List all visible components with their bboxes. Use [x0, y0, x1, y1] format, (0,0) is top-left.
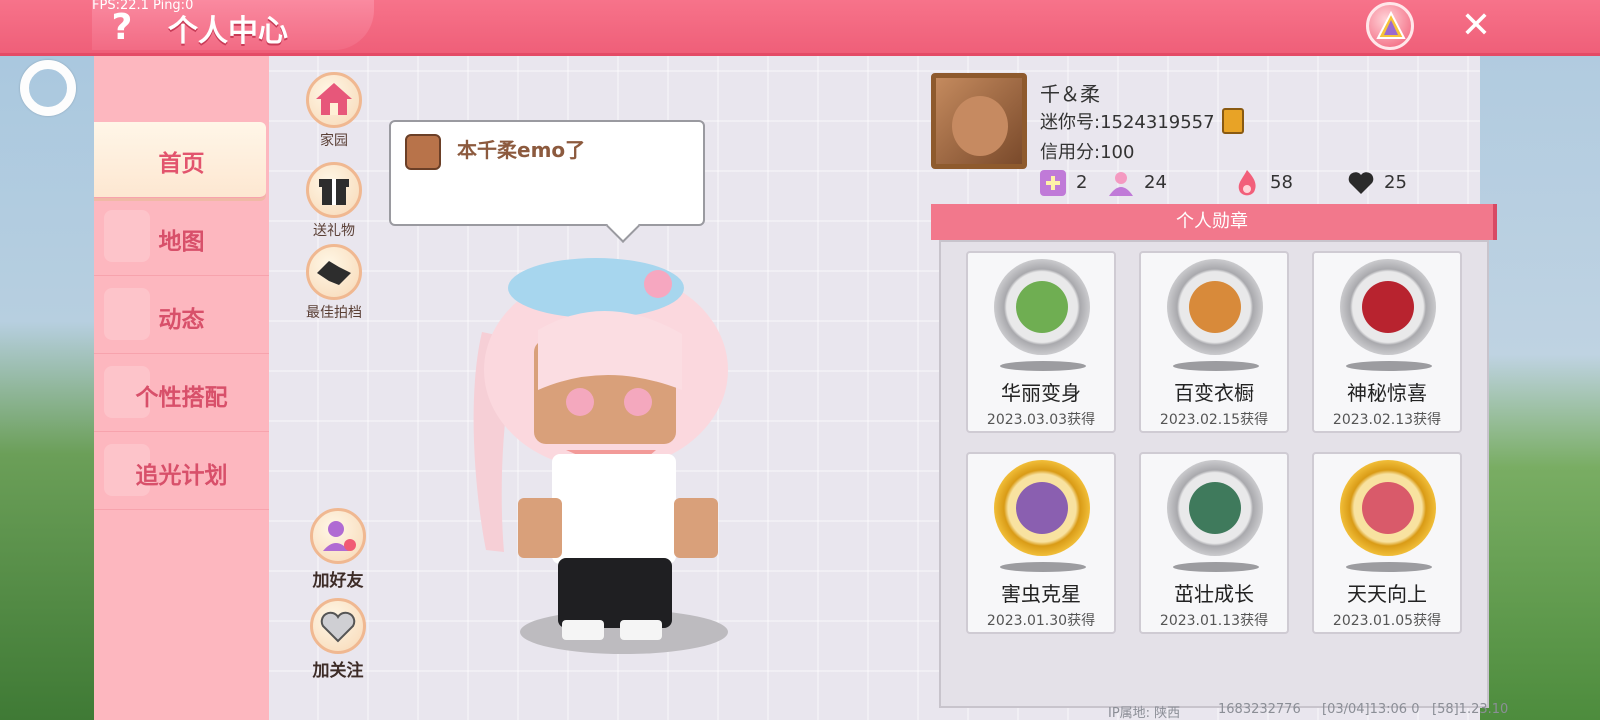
profile-avatar[interactable]	[931, 73, 1027, 169]
medal-icon	[1167, 460, 1263, 556]
medals-header: 个人勋章	[931, 204, 1497, 240]
credit-score: 信用分:100	[1040, 142, 1135, 163]
medal-name: 百变衣橱	[1174, 381, 1254, 405]
close-button[interactable]: ✕	[1456, 6, 1496, 46]
add-friend-icon	[310, 508, 366, 564]
medal-date: 2023.02.13获得	[1332, 412, 1442, 428]
ip-location: IP属地: 陕西	[1108, 706, 1181, 720]
sidebar: 首页 地图 动态 个性搭配 追光计划	[94, 56, 269, 720]
medal-date: 2023.01.05获得	[1332, 613, 1442, 629]
medal-name: 茁壮成长	[1174, 582, 1254, 606]
medal-date: 2023.02.15获得	[1159, 412, 1269, 428]
medal-icon	[1340, 460, 1436, 556]
medal-card[interactable]: 百变衣橱 2023.02.15获得	[1139, 251, 1289, 433]
stat-value: 24	[1144, 172, 1167, 193]
follow-button[interactable]: 加关注	[307, 598, 369, 681]
user-uid: 1683232776	[1218, 702, 1301, 717]
medal-date: 2023.01.13获得	[1159, 613, 1269, 629]
heart-icon	[1346, 168, 1376, 198]
medal-shadow	[1000, 361, 1086, 371]
sidebar-item-outfit[interactable]: 个性搭配	[94, 356, 269, 432]
medal-shadow	[1346, 361, 1432, 371]
partner-button-label: 最佳拍档	[306, 305, 362, 321]
medal-name: 神秘惊喜	[1347, 381, 1427, 405]
plus-badge-icon	[1038, 168, 1068, 198]
medal-shadow	[1346, 562, 1432, 572]
medal-name: 害虫克星	[1001, 582, 1081, 606]
gift-icon	[306, 162, 362, 218]
sidebar-item-home[interactable]: 首页	[94, 122, 266, 198]
report-button[interactable]	[1366, 2, 1414, 50]
sidebar-item-feed[interactable]: 动态	[94, 278, 269, 354]
medal-card[interactable]: 害虫克星 2023.01.30获得	[966, 452, 1116, 634]
bubble-avatar-icon	[405, 134, 441, 170]
medal-date: 2023.03.03获得	[986, 412, 1096, 428]
player-avatar-model[interactable]	[446, 240, 736, 670]
sidebar-item-label: 动态	[158, 307, 205, 333]
mini-id: 迷你号:1524319557	[1040, 112, 1215, 133]
sidebar-item-label: 个性搭配	[135, 385, 228, 411]
session-time: [03/04]13:06 0	[1322, 702, 1420, 717]
heart-outline-icon	[310, 598, 366, 654]
handshake-icon	[306, 244, 362, 300]
medal-shadow	[1000, 562, 1086, 572]
stat-value: 25	[1384, 172, 1407, 193]
status-message: 本千柔emo了	[457, 138, 586, 162]
medal-card[interactable]: 茁壮成长 2023.01.13获得	[1139, 452, 1289, 634]
copy-icon[interactable]	[1222, 108, 1244, 134]
medal-card[interactable]: 天天向上 2023.01.05获得	[1312, 452, 1462, 634]
sidebar-item-label: 追光计划	[135, 463, 228, 489]
sidebar-item-label: 地图	[158, 229, 205, 255]
sidebar-item-map[interactable]: 地图	[94, 200, 269, 276]
fans-icon	[1106, 168, 1136, 198]
follow-label: 加关注	[312, 661, 364, 681]
sidebar-item-label: 首页	[158, 151, 205, 177]
add-friend-label: 加好友	[312, 571, 364, 591]
medal-icon	[994, 259, 1090, 355]
status-bubble: 本千柔emo了	[389, 120, 705, 226]
gift-button-label: 送礼物	[313, 223, 355, 239]
add-friend-button[interactable]: 加好友	[307, 508, 369, 591]
game-background-right	[1480, 56, 1600, 720]
home-button[interactable]: 家园	[303, 72, 365, 150]
home-button-label: 家园	[320, 133, 348, 149]
stat-value: 2	[1076, 172, 1088, 193]
game-background-left	[0, 56, 94, 720]
top-bar: ? 个人中心 FPS:22.1 Ping:0 ✕	[0, 0, 1600, 56]
app-version: [58]1.23.10	[1432, 702, 1509, 717]
gift-button[interactable]: 送礼物	[303, 162, 365, 240]
stat-value: 58	[1270, 172, 1293, 193]
medal-name: 华丽变身	[1001, 381, 1081, 405]
avatar-face	[952, 96, 1008, 156]
medal-icon	[994, 460, 1090, 556]
medal-card[interactable]: 神秘惊喜 2023.02.13获得	[1312, 251, 1462, 433]
partner-button[interactable]: 最佳拍档	[303, 244, 365, 322]
player-name: 千＆柔	[1040, 82, 1100, 106]
fps-readout: FPS:22.1 Ping:0	[92, 0, 194, 13]
house-icon	[306, 72, 362, 128]
medal-icon	[1167, 259, 1263, 355]
medal-shadow	[1173, 361, 1259, 371]
medal-name: 天天向上	[1347, 582, 1427, 606]
medal-icon	[1340, 259, 1436, 355]
floating-circle-button[interactable]	[20, 60, 76, 116]
medal-shadow	[1173, 562, 1259, 572]
warning-icon	[1376, 11, 1406, 39]
medal-date: 2023.01.30获得	[986, 613, 1096, 629]
medal-card[interactable]: 华丽变身 2023.03.03获得	[966, 251, 1116, 433]
flame-icon	[1232, 168, 1262, 198]
sidebar-item-plan[interactable]: 追光计划	[94, 434, 269, 510]
